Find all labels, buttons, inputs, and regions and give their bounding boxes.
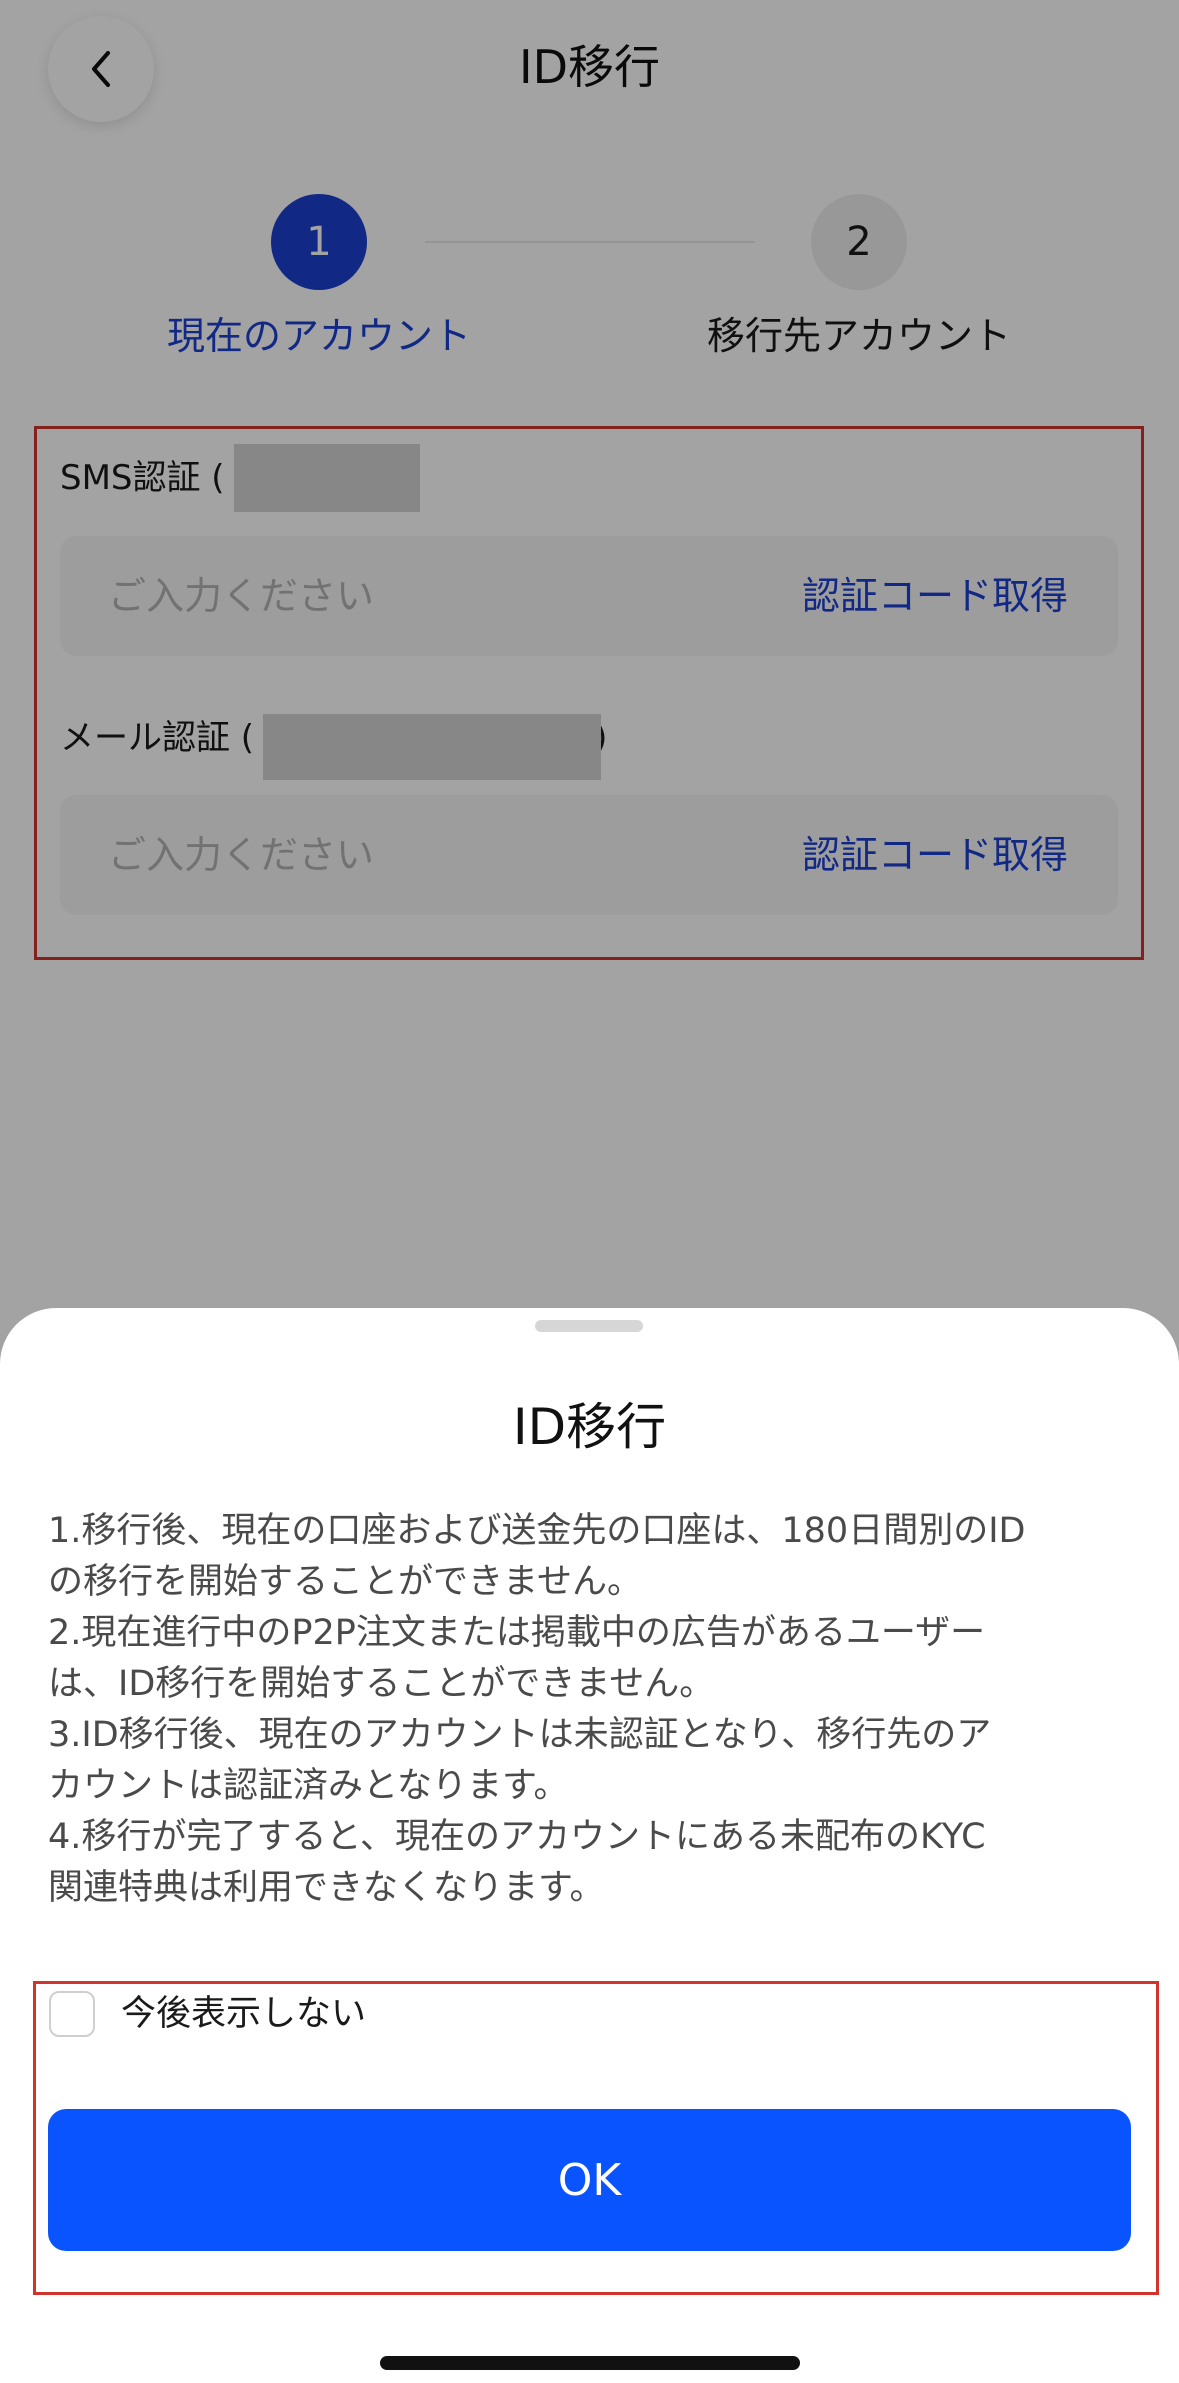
- notice-line: 関連特典は利用できなくなります。: [48, 1868, 605, 1908]
- dont-show-again-checkbox[interactable]: [49, 1991, 95, 2037]
- dont-show-again-label[interactable]: 今後表示しない: [121, 1989, 366, 2039]
- notice-line: 3.ID移行後、現在のアカウントは未認証となり、移行先のア: [48, 1715, 992, 1755]
- notice-line: 4.移行が完了すると、現在のアカウントにある未配布のKYC: [48, 1817, 986, 1857]
- sheet-drag-handle[interactable]: [535, 1320, 643, 1332]
- notice-line: は、ID移行を開始することができません。: [48, 1664, 715, 1704]
- home-indicator: [380, 2356, 800, 2370]
- sheet-title: ID移行: [512, 1398, 667, 1456]
- notice-line: カウントは認証済みとなります。: [48, 1766, 569, 1806]
- migration-notice: 1.移行後、現在の口座および送金先の口座は、180日間別のID の移行を開始する…: [48, 1506, 1138, 1914]
- notice-line: 1.移行後、現在の口座および送金先の口座は、180日間別のID: [48, 1511, 1026, 1551]
- notice-line: の移行を開始することができません。: [48, 1562, 642, 1602]
- notice-line: 2.現在進行中のP2P注文または掲載中の広告があるユーザー: [48, 1613, 986, 1653]
- ok-button[interactable]: OK: [48, 2109, 1131, 2251]
